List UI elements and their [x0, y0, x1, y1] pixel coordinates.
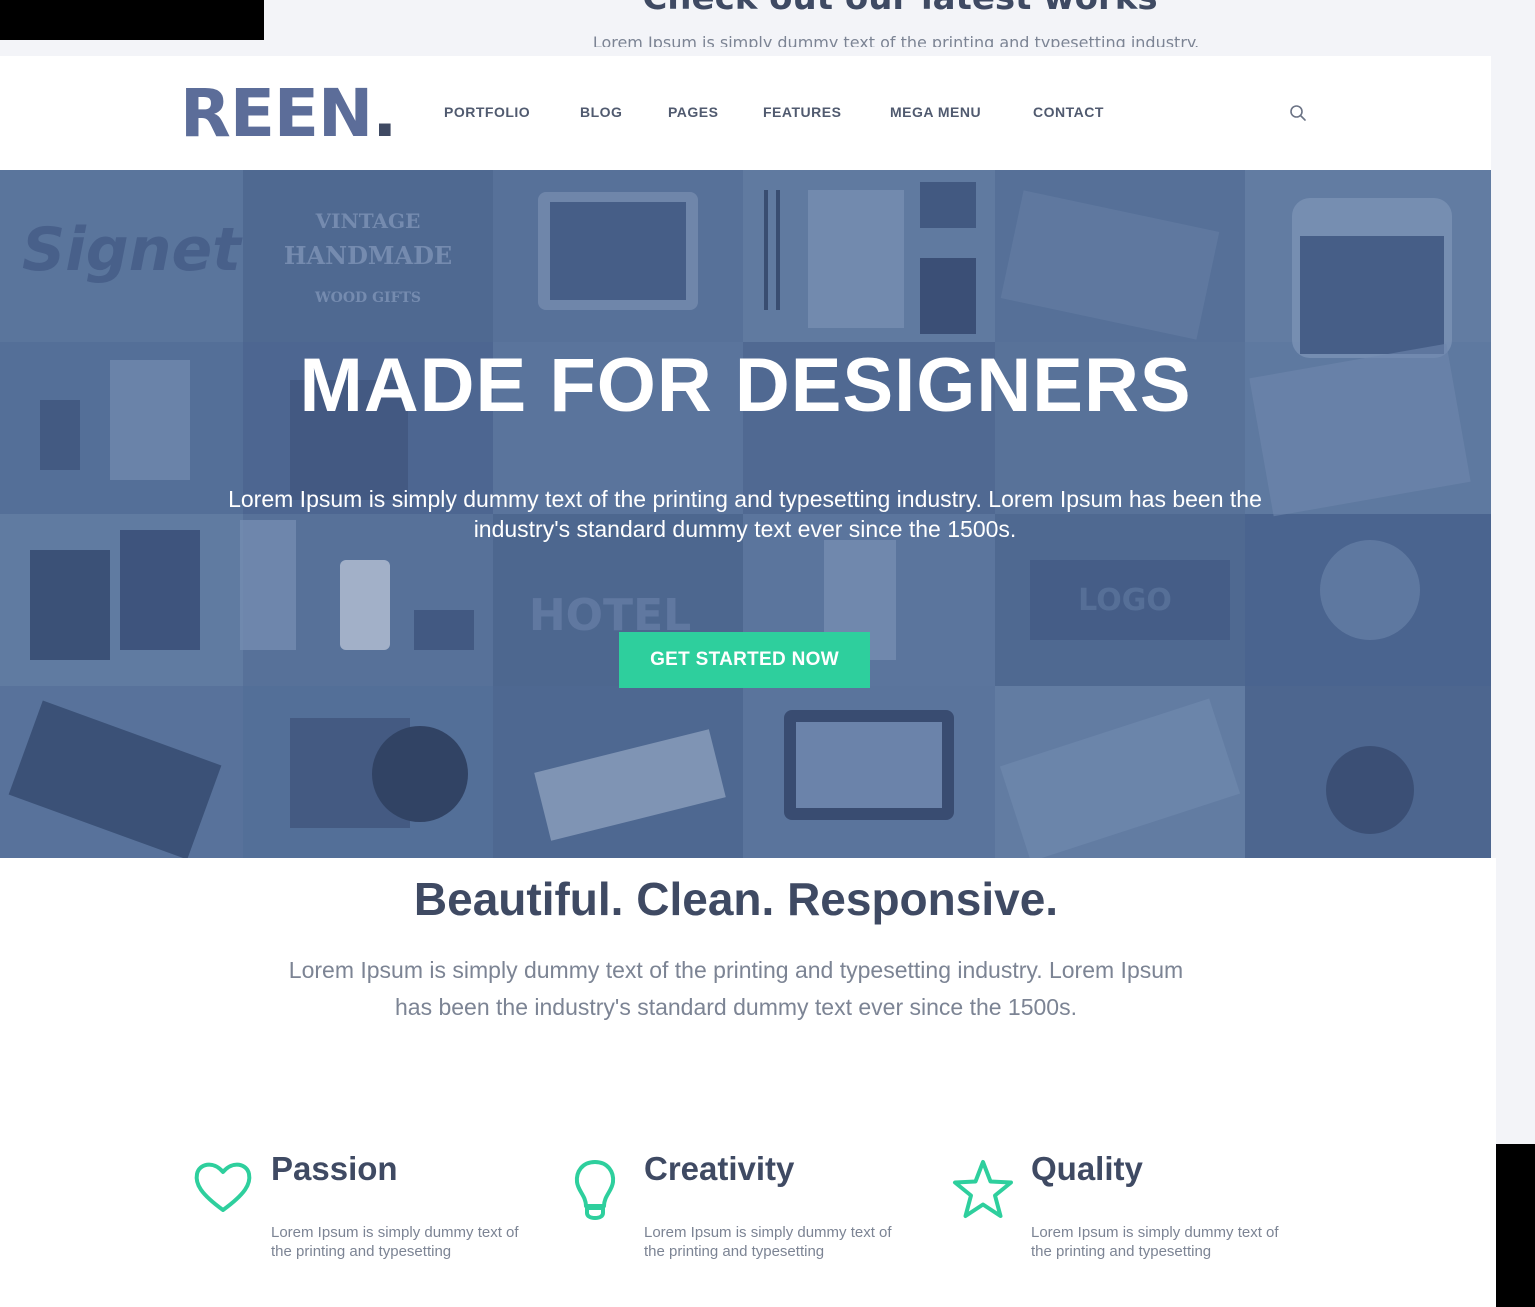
- feature-title: Passion: [271, 1150, 398, 1187]
- site-header: REEN. PORTFOLIO BLOG PAGES FEATURES MEGA…: [0, 56, 1491, 170]
- black-frame-bottom-right: [1496, 1144, 1535, 1307]
- nav-blog[interactable]: BLOG: [580, 104, 622, 120]
- hero-title: MADE FOR DESIGNERS: [299, 343, 1192, 428]
- nav-contact[interactable]: CONTACT: [1033, 104, 1104, 120]
- hero-description: Lorem Ipsum is simply dummy text of the …: [228, 486, 1262, 542]
- hero-section: Signet VINTAGE HANDMADE WOOD GIFTS HOTEL…: [0, 170, 1491, 858]
- section-title: Beautiful. Clean. Responsive.: [413, 873, 1059, 925]
- feature-title: Creativity: [644, 1150, 795, 1187]
- feature-title: Quality: [1031, 1150, 1143, 1187]
- section-description: Lorem Ipsum is simply dummy text of the …: [288, 957, 1184, 1020]
- nav-features[interactable]: FEATURES: [763, 104, 841, 120]
- get-started-button[interactable]: GET STARTED NOW: [619, 632, 870, 688]
- logo-text: REEN: [180, 75, 373, 152]
- nav-pages[interactable]: PAGES: [668, 104, 718, 120]
- site-logo[interactable]: REEN.: [180, 75, 397, 152]
- heart-icon: [194, 1162, 252, 1212]
- star-icon: [953, 1160, 1013, 1218]
- feature-text: Lorem Ipsum is simply dummy text of the …: [271, 1224, 519, 1260]
- behind-section-heading: Check out our latest works: [0, 0, 1535, 18]
- feature-text: Lorem Ipsum is simply dummy text of the …: [1031, 1224, 1279, 1260]
- logo-dot: .: [372, 75, 397, 152]
- nav-mega-menu[interactable]: MEGA MENU: [890, 104, 981, 120]
- lightbulb-icon: [574, 1160, 616, 1220]
- feature-text: Lorem Ipsum is simply dummy text of the …: [644, 1224, 892, 1260]
- nav-portfolio[interactable]: PORTFOLIO: [444, 104, 530, 120]
- search-icon[interactable]: [1289, 104, 1307, 122]
- behind-section-subtext: Lorem Ipsum is simply dummy text of the …: [592, 33, 1200, 47]
